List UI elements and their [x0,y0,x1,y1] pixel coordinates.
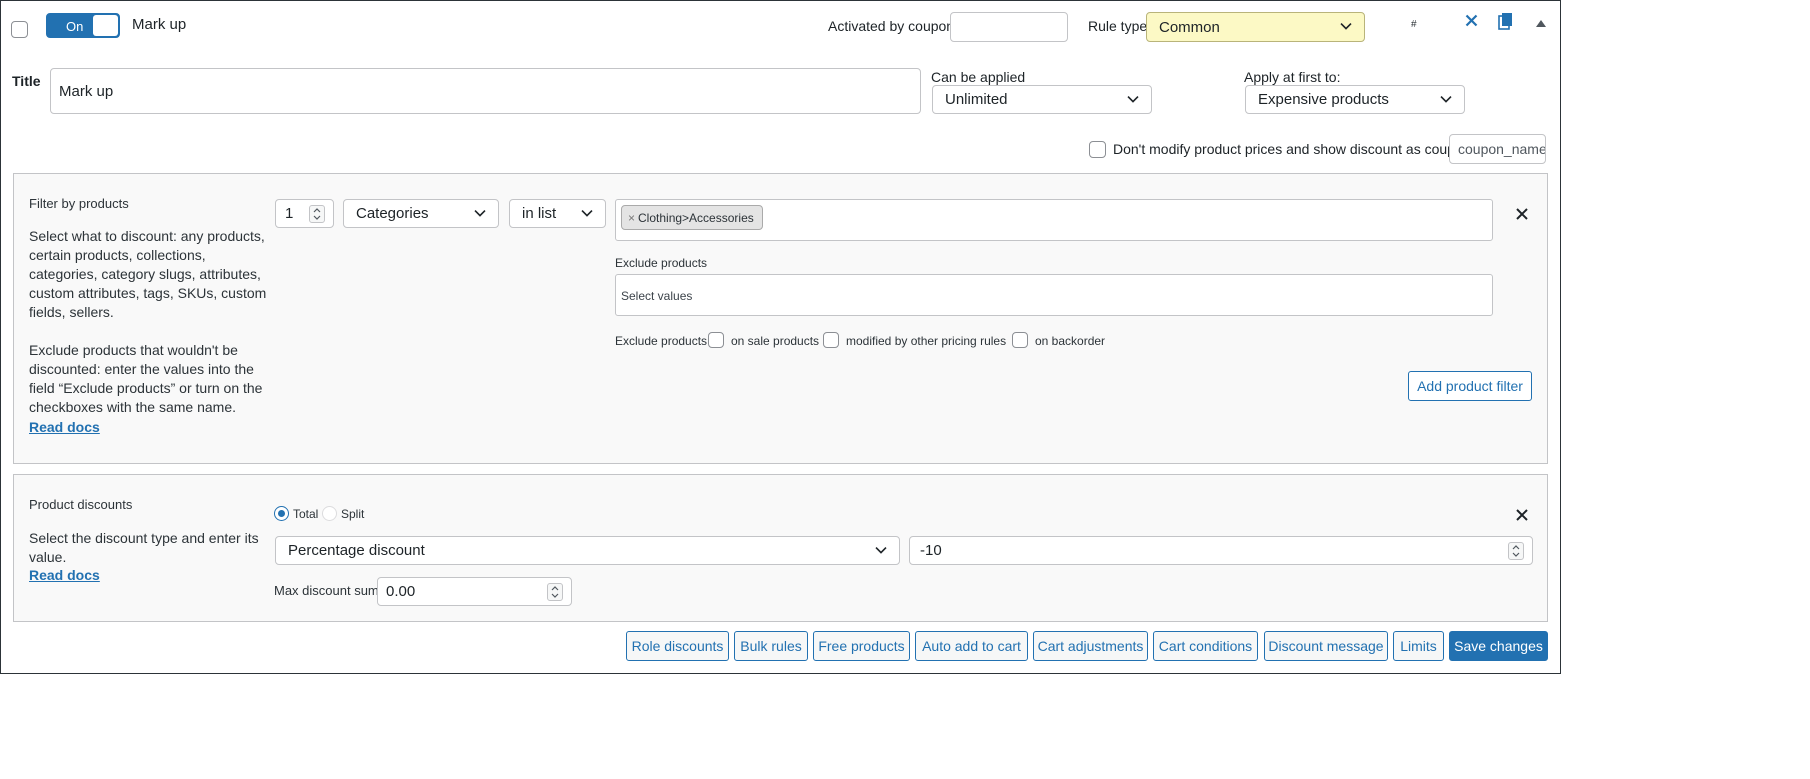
coupon-name-input[interactable]: coupon_name [1449,134,1546,164]
filter-type-value: Categories [356,205,429,222]
chevron-down-icon [875,546,887,554]
desc-line: custom attributes, tags, SKUs, custom [29,285,267,301]
free-products-button[interactable]: Free products [813,631,910,661]
limits-button[interactable]: Limits [1393,631,1444,661]
filter-qty-stepper[interactable]: 1 [275,199,334,228]
tag-remove-icon[interactable]: × [628,211,635,225]
tag-label: Clothing>Accessories [638,210,754,225]
exclude-products-label: Exclude products [615,256,708,270]
desc-line: discounted: enter the values into the [29,361,254,377]
filter-read-docs-link[interactable]: Read docs [29,419,100,435]
on-backorder-label: on backorder [1035,334,1106,348]
discount-panel-description: Select the discount type and enter its v… [29,529,259,567]
rule-card: On Mark up Activated by coupon Rule type… [0,0,1561,674]
toggle-label: On [66,19,84,34]
discount-type-select[interactable]: Percentage discount [275,536,900,565]
bulk-rules-button[interactable]: Bulk rules [734,631,808,661]
filter-panel-description: Select what to discount: any products, c… [29,227,266,417]
chevron-down-icon [1440,95,1452,103]
modified-by-rules-label: modified by other pricing rules [846,334,1007,348]
toggle-knob [93,15,118,36]
discount-value: -10 [920,542,942,559]
filter-panel-title: Filter by products [29,196,129,211]
filter-condition-select[interactable]: in list [509,199,606,228]
discount-remove-icon[interactable] [1516,508,1528,526]
filter-remove-icon[interactable] [1516,207,1528,225]
desc-line: Select the discount type and enter its [29,530,259,546]
radio-total[interactable] [274,506,289,521]
max-discount-input[interactable]: 0.00 [377,577,572,606]
rule-type-select[interactable]: Common [1146,12,1365,42]
filter-qty-value: 1 [285,205,294,222]
can-be-applied-value: Unlimited [945,91,1008,108]
activated-by-coupon-input[interactable] [950,12,1068,42]
exclude-products-input[interactable]: Select values [615,274,1493,316]
desc-line: certain products, collections, [29,247,206,263]
selected-tag: × Clothing>Accessories [621,205,763,230]
cart-conditions-button[interactable]: Cart conditions [1153,631,1258,661]
desc-line: checkboxes with the same name. [29,399,236,415]
rule-type-value: Common [1159,18,1220,36]
activated-by-coupon-label: Activated by coupon [828,18,955,34]
stepper-arrows-icon[interactable] [309,204,325,223]
radio-total-label: Total [293,507,319,521]
radio-split-label: Split [341,507,365,521]
apply-first-value: Expensive products [1258,91,1389,108]
title-input[interactable]: Mark up [50,68,921,114]
rule-type-label: Rule type [1088,18,1148,34]
modified-by-rules-checkbox[interactable] [823,332,839,348]
max-discount-value: 0.00 [386,583,416,600]
desc-line: field “Exclude products” or turn on the [29,380,263,396]
apply-first-select[interactable]: Expensive products [1245,85,1465,114]
role-discounts-button[interactable]: Role discounts [626,631,729,661]
desc-line: value. [29,549,67,565]
radio-split[interactable] [322,506,337,521]
chevron-down-icon [1127,95,1139,103]
stepper-arrows-icon[interactable] [1508,541,1524,560]
delete-rule-icon[interactable] [1465,14,1478,32]
discount-read-docs-link[interactable]: Read docs [29,567,100,583]
discount-panel-title: Product discounts [29,497,133,512]
discount-value-input[interactable]: -10 [909,536,1533,565]
chevron-down-icon [474,209,486,217]
can-be-applied-label: Can be applied [931,69,1026,85]
rule-select-checkbox[interactable] [11,21,28,38]
rule-toggle[interactable]: On [46,13,120,38]
collapse-up-icon[interactable] [1536,14,1546,32]
coupon-name-value: coupon_name [1458,141,1546,157]
save-changes-button[interactable]: Save changes [1449,631,1548,661]
stepper-arrows-icon[interactable] [547,582,563,601]
rule-name: Mark up [132,16,187,33]
exclude-products-placeholder: Select values [621,289,693,303]
filter-values-box[interactable]: × Clothing>Accessories [615,199,1493,241]
desc-line: Select what to discount: any products, [29,228,265,244]
add-product-filter-button[interactable]: Add product filter [1408,371,1532,401]
title-label: Title [12,73,41,89]
cart-adjustments-button[interactable]: Cart adjustments [1033,631,1148,661]
on-backorder-checkbox[interactable] [1012,332,1028,348]
rule-hash: # [1411,19,1417,30]
exclude-checks-label: Exclude products [615,334,708,348]
apply-first-label: Apply at first to: [1244,69,1341,85]
desc-line: categories, category slugs, attributes, [29,266,261,282]
desc-line: fields, sellers. [29,304,114,320]
radio-dot [278,510,285,517]
on-sale-label: on sale products [731,334,820,348]
max-discount-label: Max discount sum: [274,583,383,598]
discount-message-button[interactable]: Discount message [1264,631,1388,661]
auto-add-to-cart-button[interactable]: Auto add to cart [915,631,1028,661]
chevron-down-icon [581,209,593,217]
discount-type-value: Percentage discount [288,542,425,559]
desc-line: Exclude products that wouldn't be [29,342,238,358]
on-sale-checkbox[interactable] [708,332,724,348]
can-be-applied-select[interactable]: Unlimited [932,85,1152,114]
show-as-coupon-label: Don't modify product prices and show dis… [1113,141,1471,157]
chevron-down-icon [1340,23,1352,31]
filter-type-select[interactable]: Categories [343,199,499,228]
show-as-coupon-checkbox[interactable] [1089,141,1106,158]
filter-condition-value: in list [522,205,557,222]
copy-rule-icon[interactable] [1498,12,1514,35]
